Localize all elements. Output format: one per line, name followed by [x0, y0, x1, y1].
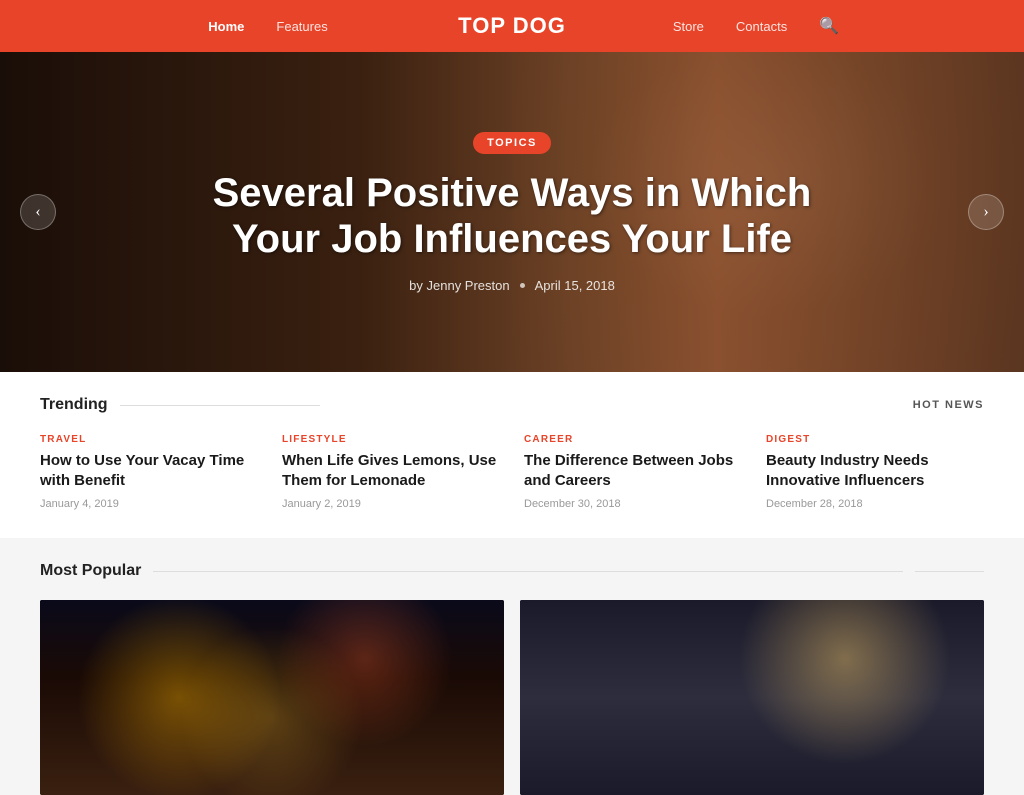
trending-card-3: CAREER The Difference Between Jobs and C…	[524, 434, 742, 510]
trending-card-1: TRAVEL How to Use Your Vacay Time with B…	[40, 434, 258, 510]
popular-title: Most Popular	[40, 562, 903, 580]
popular-image-1	[40, 600, 504, 795]
card-title-3[interactable]: The Difference Between Jobs and Careers	[524, 451, 742, 490]
hero-tag: TOPICS	[473, 132, 551, 154]
card-date-3: December 30, 2018	[524, 498, 742, 510]
hero-next-button[interactable]: ›	[968, 194, 1004, 230]
card-category-2: LIFESTYLE	[282, 434, 500, 445]
popular-grid	[40, 600, 984, 795]
popular-header: Most Popular	[40, 562, 984, 580]
card-date-2: January 2, 2019	[282, 498, 500, 510]
trending-card-4: DIGEST Beauty Industry Needs Innovative …	[766, 434, 984, 510]
meta-separator	[520, 283, 525, 288]
hero-prev-button[interactable]: ‹	[20, 194, 56, 230]
chevron-right-icon: ›	[983, 203, 988, 221]
card-date-4: December 28, 2018	[766, 498, 984, 510]
trending-title: Trending	[40, 396, 320, 414]
nav-contacts[interactable]: Contacts	[736, 19, 787, 34]
search-icon[interactable]: 🔍	[819, 16, 839, 36]
chevron-left-icon: ‹	[35, 203, 40, 221]
nav-left: Home Features	[24, 19, 512, 34]
hero-meta: by Jenny Preston April 15, 2018	[182, 278, 842, 293]
hero-title: Several Positive Ways in Which Your Job …	[182, 170, 842, 262]
card-title-2[interactable]: When Life Gives Lemons, Use Them for Lem…	[282, 451, 500, 490]
site-header: Home Features TOP DOG Store Contacts 🔍	[0, 0, 1024, 52]
trending-section: Trending HOT NEWS TRAVEL How to Use Your…	[0, 372, 1024, 538]
hero-section: ‹ TOPICS Several Positive Ways in Which …	[0, 52, 1024, 372]
card-category-4: DIGEST	[766, 434, 984, 445]
card-title-1[interactable]: How to Use Your Vacay Time with Benefit	[40, 451, 258, 490]
office-svg	[520, 600, 984, 795]
popular-image-2	[520, 600, 984, 795]
card-date-1: January 4, 2019	[40, 498, 258, 510]
nav-home[interactable]: Home	[208, 19, 244, 34]
trending-header: Trending HOT NEWS	[40, 396, 984, 414]
card-title-4[interactable]: Beauty Industry Needs Innovative Influen…	[766, 451, 984, 490]
hero-author: by Jenny Preston	[409, 278, 509, 293]
trending-grid: TRAVEL How to Use Your Vacay Time with B…	[40, 434, 984, 510]
card-category-1: TRAVEL	[40, 434, 258, 445]
city-svg	[40, 600, 504, 795]
nav-features[interactable]: Features	[276, 19, 327, 34]
hero-date: April 15, 2018	[535, 278, 615, 293]
trending-card-2: LIFESTYLE When Life Gives Lemons, Use Th…	[282, 434, 500, 510]
nav-store[interactable]: Store	[673, 19, 704, 34]
divider	[915, 571, 984, 572]
hot-news-label: HOT NEWS	[913, 399, 984, 411]
hero-content: TOPICS Several Positive Ways in Which Yo…	[162, 132, 862, 293]
nav-right: Store Contacts 🔍	[512, 16, 1000, 36]
popular-section: Most Popular	[0, 538, 1024, 795]
card-category-3: CAREER	[524, 434, 742, 445]
popular-card-1[interactable]	[40, 600, 504, 795]
site-logo: TOP DOG	[458, 13, 566, 39]
popular-card-2[interactable]	[520, 600, 984, 795]
